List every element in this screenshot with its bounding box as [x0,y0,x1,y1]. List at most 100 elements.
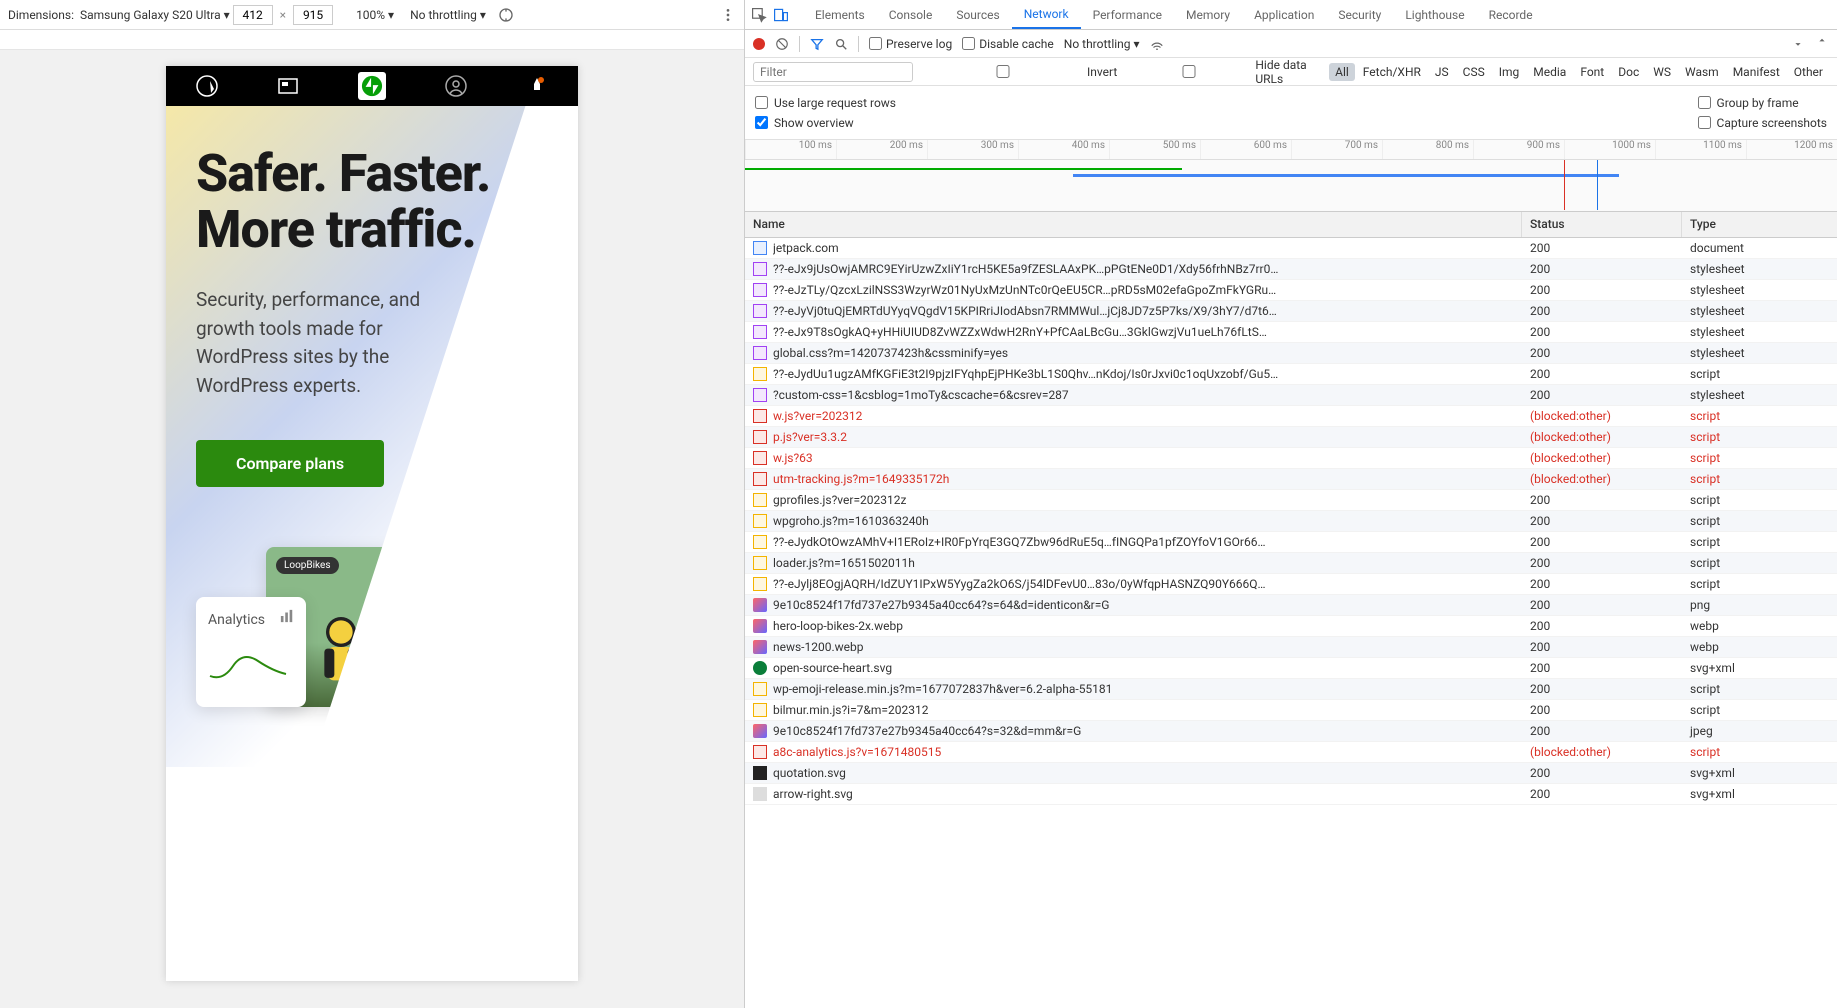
viewport-area: Safer. Faster. More traffic. Security, p… [0,50,744,1008]
reader-icon[interactable] [276,74,300,98]
filter-doc[interactable]: Doc [1612,63,1645,81]
request-row[interactable]: hero-loop-bikes-2x.webp200webp [745,616,1837,637]
request-name: p.js?ver=3.3.2 [773,430,847,444]
request-row[interactable]: arrow-right.svg200svg+xml [745,784,1837,805]
tab-memory[interactable]: Memory [1174,0,1242,29]
tab-console[interactable]: Console [877,0,945,29]
import-har-icon[interactable] [1791,37,1805,51]
kebab-menu-icon[interactable] [720,7,736,23]
filter-js[interactable]: JS [1429,63,1455,81]
request-row[interactable]: ??-eJydkOtOwzAMhV+I1ERoIz+IR0FpYrqE3GQ7Z… [745,532,1837,553]
zoom-selector[interactable]: 100% ▾ [356,8,394,22]
request-row[interactable]: loader.js?m=1651502011h200script [745,553,1837,574]
tab-security[interactable]: Security [1326,0,1393,29]
file-type-icon [753,787,767,801]
analytics-card[interactable]: Analytics [196,597,306,707]
tab-elements[interactable]: Elements [803,0,877,29]
timeline-overview[interactable]: 100 ms200 ms300 ms400 ms500 ms600 ms700 … [745,140,1837,212]
request-name: 9e10c8524f17fd737e27b9345a40cc64?s=64&d=… [773,598,1110,612]
request-row[interactable]: ??-eJylj8EOgjAQRH/IdZUY1IPxW5YygZa2kO6S/… [745,574,1837,595]
request-row[interactable]: ??-eJzTLy/QzcxLzilNSS3WzyrWz01NyUxMzUnNT… [745,280,1837,301]
show-overview-checkbox[interactable]: Show overview [755,116,896,130]
clear-icon[interactable] [775,37,789,51]
filter-manifest[interactable]: Manifest [1727,63,1786,81]
tab-network[interactable]: Network [1012,0,1081,29]
tab-recorde[interactable]: Recorde [1477,0,1545,29]
request-row[interactable]: jetpack.com200document [745,238,1837,259]
notification-icon[interactable] [525,74,549,98]
request-row[interactable]: w.js?63(blocked:other)script [745,448,1837,469]
file-type-icon [753,766,767,780]
expand-icon[interactable]: « [523,515,530,531]
column-status[interactable]: Status [1522,212,1682,237]
rotate-icon[interactable] [498,7,514,23]
tab-sources[interactable]: Sources [944,0,1011,29]
filter-input[interactable] [753,62,913,82]
avatar-icon[interactable] [444,74,468,98]
tab-lighthouse[interactable]: Lighthouse [1393,0,1476,29]
device-toggle-icon[interactable] [773,7,789,23]
request-row[interactable]: a8c-analytics.js?v=1671480515(blocked:ot… [745,742,1837,763]
column-name[interactable]: Name [745,212,1522,237]
request-row[interactable]: ?custom-css=1&csblog=1moTy&cscache=6&csr… [745,385,1837,406]
analytics-label: Analytics [208,612,265,628]
filter-other[interactable]: Other [1788,63,1829,81]
request-row[interactable]: bilmur.min.js?i=7&m=202312200script [745,700,1837,721]
inspect-element-icon[interactable] [751,7,767,23]
request-row[interactable]: utm-tracking.js?m=1649335172h(blocked:ot… [745,469,1837,490]
filter-css[interactable]: CSS [1457,63,1491,81]
request-type: webp [1682,640,1837,654]
request-row[interactable]: global.css?m=1420737423h&cssminify=yes20… [745,343,1837,364]
device-frame: Safer. Faster. More traffic. Security, p… [166,66,578,981]
viewport-height-input[interactable] [293,5,333,25]
request-type: jpeg [1682,724,1837,738]
capture-screenshots-checkbox[interactable]: Capture screenshots [1698,116,1827,130]
request-row[interactable]: wp-emoji-release.min.js?m=1677072837h&ve… [745,679,1837,700]
filter-funnel-icon[interactable] [810,37,824,51]
jetpack-logo-icon[interactable] [358,72,386,100]
request-row[interactable]: p.js?ver=3.3.2(blocked:other)script [745,427,1837,448]
invert-checkbox[interactable]: Invert [923,65,1117,79]
filter-wasm[interactable]: Wasm [1679,63,1725,81]
throttling-selector[interactable]: No throttling ▾ [410,8,486,22]
filter-fetchxhr[interactable]: Fetch/XHR [1357,63,1427,81]
tab-application[interactable]: Application [1242,0,1326,29]
request-row[interactable]: ??-eJydUu1ugzAMfKGFiE3t2I9pjzIFYqhpEjPHK… [745,364,1837,385]
filter-font[interactable]: Font [1574,63,1610,81]
request-row[interactable]: gprofiles.js?ver=202312z200script [745,490,1837,511]
disable-cache-checkbox[interactable]: Disable cache [962,37,1054,51]
large-rows-checkbox[interactable]: Use large request rows [755,96,896,110]
boost-card[interactable]: Boost « 94 [428,507,538,647]
record-button[interactable] [753,38,765,50]
preserve-log-checkbox[interactable]: Preserve log [869,37,952,51]
export-har-icon[interactable] [1815,37,1829,51]
filter-img[interactable]: Img [1493,63,1526,81]
wordpress-icon[interactable] [195,74,219,98]
request-row[interactable]: quotation.svg200svg+xml [745,763,1837,784]
filter-media[interactable]: Media [1527,63,1572,81]
network-throttling-selector[interactable]: No throttling ▾ [1064,37,1140,51]
request-row[interactable]: ??-eJx9jUsOwjAMRC9EYirUzwZxIiY1rcH5KE5a9… [745,259,1837,280]
request-row[interactable]: ??-eJyVj0tuQjEMRTdUYyqVQgdV15KPIRriJIodA… [745,301,1837,322]
network-request-list[interactable]: jetpack.com200document??-eJx9jUsOwjAMRC9… [745,238,1837,1008]
hide-data-urls-checkbox[interactable]: Hide data URLs [1127,58,1319,86]
request-row[interactable]: 9e10c8524f17fd737e27b9345a40cc64?s=64&d=… [745,595,1837,616]
group-by-frame-checkbox[interactable]: Group by frame [1698,96,1827,110]
filter-ws[interactable]: WS [1647,63,1677,81]
column-type[interactable]: Type [1682,212,1837,237]
filter-all[interactable]: All [1329,63,1355,81]
request-row[interactable]: ??-eJx9T8sOgkAQ+yHHiUIUD8ZvWZZxWdwH2RnY+… [745,322,1837,343]
request-row[interactable]: open-source-heart.svg200svg+xml [745,658,1837,679]
search-icon[interactable] [834,37,848,51]
viewport-width-input[interactable] [233,5,273,25]
file-type-icon [753,514,767,528]
tab-performance[interactable]: Performance [1081,0,1174,29]
request-row[interactable]: wpgroho.js?m=1610363240h200script [745,511,1837,532]
network-conditions-icon[interactable] [1150,37,1164,51]
device-selector[interactable]: Samsung Galaxy S20 Ultra ▾ [80,8,230,22]
request-row[interactable]: news-1200.webp200webp [745,637,1837,658]
request-type: document [1682,241,1837,255]
request-row[interactable]: 9e10c8524f17fd737e27b9345a40cc64?s=32&d=… [745,721,1837,742]
request-row[interactable]: w.js?ver=202312(blocked:other)script [745,406,1837,427]
compare-plans-button[interactable]: Compare plans [196,440,384,487]
